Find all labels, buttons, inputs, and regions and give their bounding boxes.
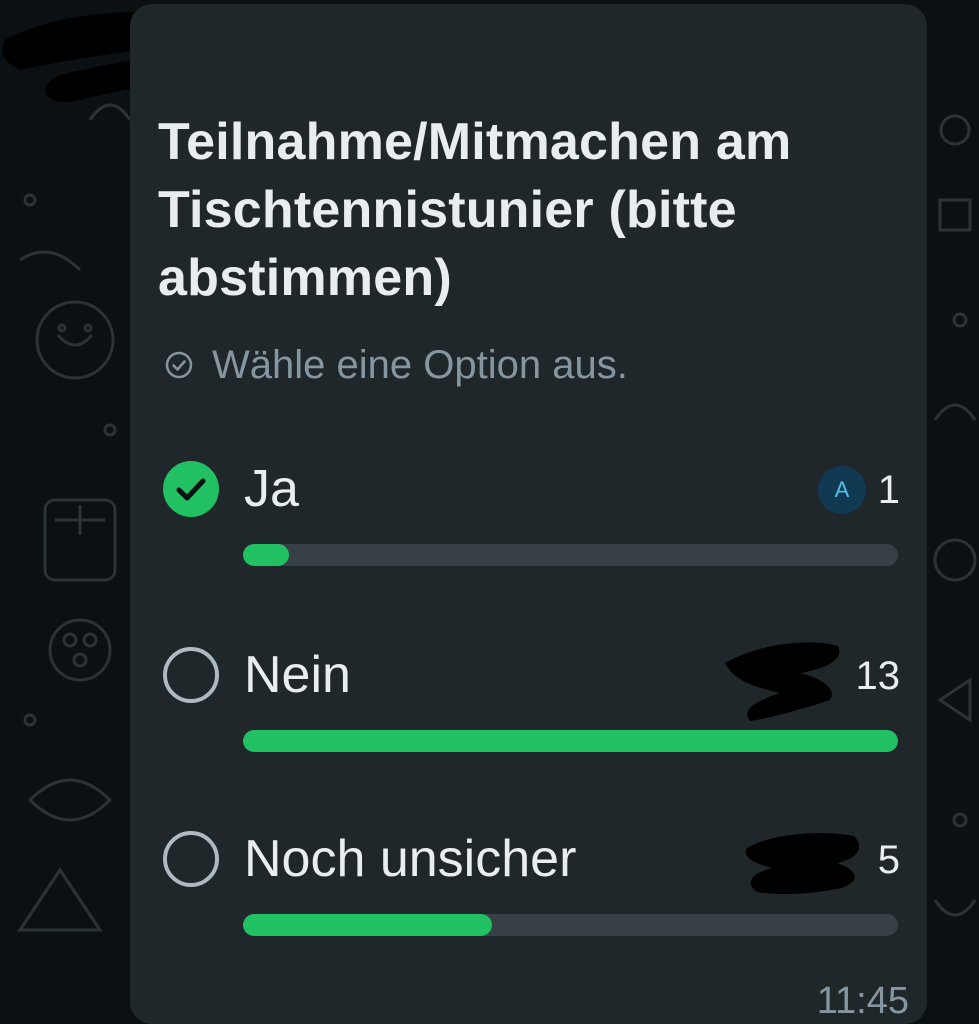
vote-progress-fill: [243, 914, 492, 936]
poll-option-noch-unsicher[interactable]: Noch unsicher 5: [160, 826, 900, 936]
vote-count[interactable]: 1: [878, 458, 900, 522]
unchecked-circle-icon[interactable]: [162, 646, 220, 704]
vote-progress-bar: [243, 544, 898, 566]
unchecked-circle-icon[interactable]: [162, 830, 220, 888]
vote-progress-bar: [243, 730, 898, 752]
poll-option-ja[interactable]: Ja A 1: [160, 456, 900, 566]
poll-option-nein[interactable]: Nein 13: [160, 642, 901, 752]
poll-question: Teilnahme/Mitmachen am Tischtennistunier…: [158, 113, 792, 307]
poll-instruction: Wähle eine Option aus.: [164, 340, 628, 390]
vote-count[interactable]: 5: [878, 828, 900, 892]
vote-count[interactable]: 13: [856, 644, 901, 708]
message-timestamp: 11:45: [816, 980, 909, 1022]
vote-progress-fill: [243, 544, 289, 566]
voter-avatar[interactable]: A: [818, 466, 866, 514]
redacted-voter-avatars[interactable]: [742, 828, 867, 896]
redacted-voter-avatars[interactable]: [720, 638, 845, 723]
checked-circle-icon[interactable]: [162, 460, 220, 518]
poll-instruction-text: Wähle eine Option aus.: [212, 342, 628, 387]
poll-option-label: Noch unsicher: [244, 830, 577, 888]
vote-progress-fill: [243, 730, 898, 752]
vote-progress-bar: [243, 914, 898, 936]
check-circle-outline-icon: [165, 351, 193, 379]
poll-option-label: Ja: [244, 460, 299, 518]
poll-option-label: Nein: [244, 646, 351, 704]
